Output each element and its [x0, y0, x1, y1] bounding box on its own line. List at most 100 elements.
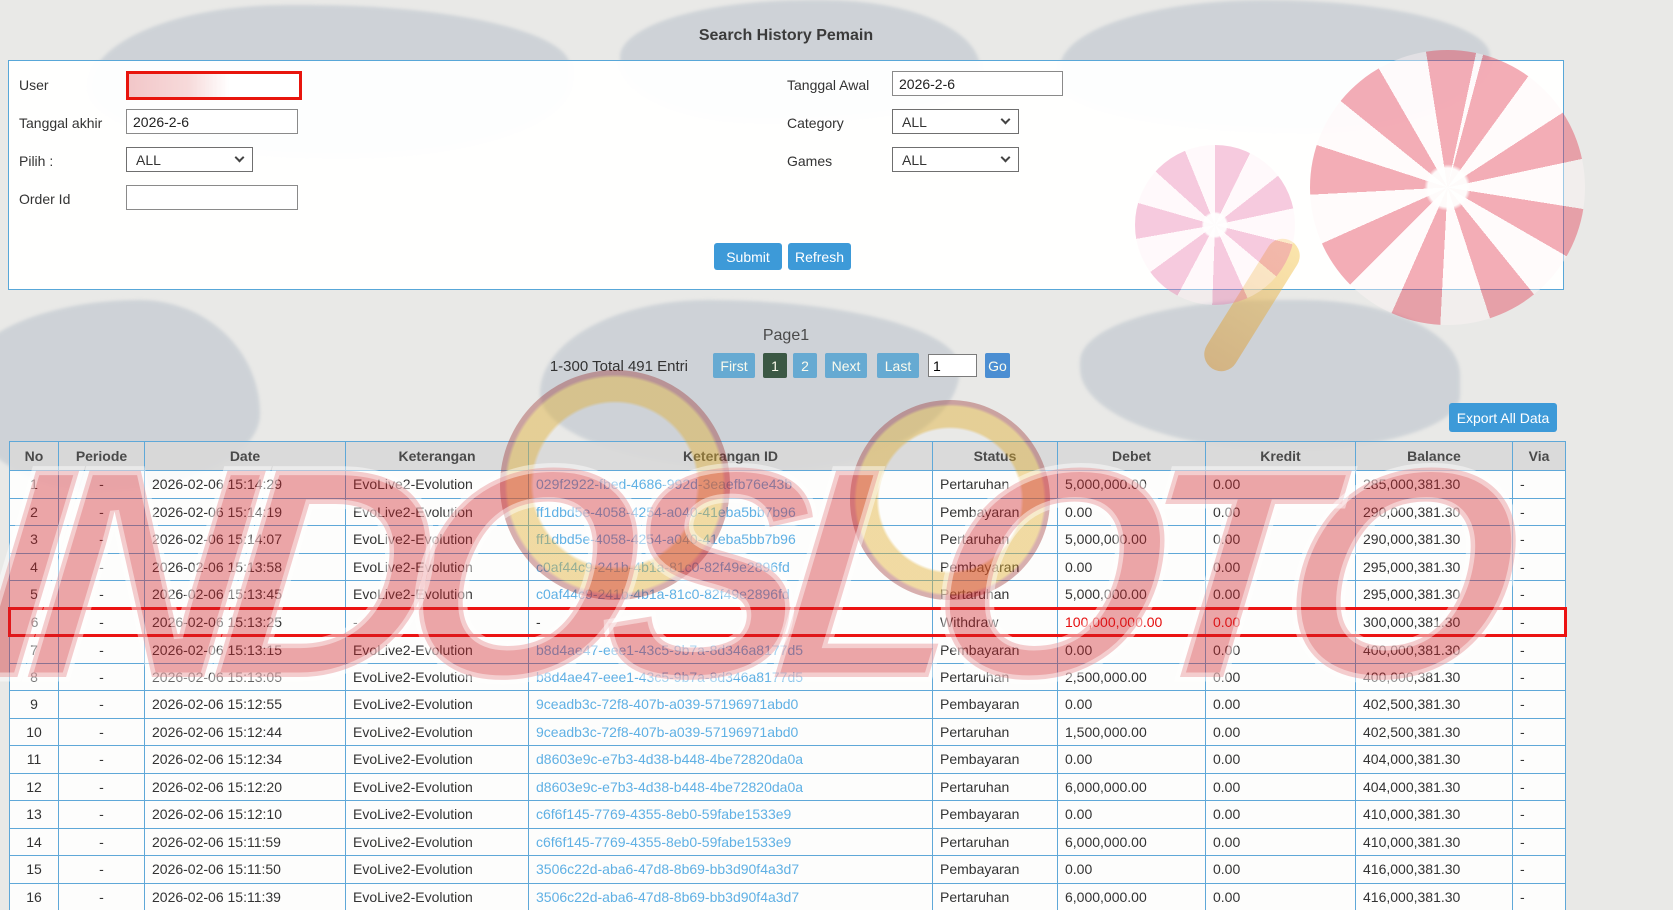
cell-debet: 100,000,000.00: [1057, 606, 1206, 637]
cell-keterangan-id[interactable]: 9ceadb3c-72f8-407b-a039-57196971abd0: [528, 717, 933, 746]
keterangan-id-link[interactable]: d8603e9c-e7b3-4d38-b448-4be72820da0a: [536, 751, 803, 767]
keterangan-id-link[interactable]: d8603e9c-e7b3-4d38-b448-4be72820da0a: [536, 779, 803, 795]
cell-keterangan-id[interactable]: d8603e9c-e7b3-4d38-b448-4be72820da0a: [528, 745, 933, 774]
cell-status: Pembayaran: [932, 745, 1058, 774]
cell-periode: -: [58, 470, 145, 499]
cell-keterangan-id[interactable]: c6f6f145-7769-4355-8eb0-59fabe1533e9: [528, 827, 933, 856]
keterangan-id-link[interactable]: ff1dbd5e-4058-4254-a040-41eba5bb7b96: [536, 531, 796, 547]
column-header-status: Status: [932, 441, 1058, 471]
category-select[interactable]: ALL: [892, 109, 1019, 134]
cell-balance: 404,000,381.30: [1355, 745, 1513, 774]
cell-keterangan-id[interactable]: c0af44c9-241b-4b1a-81c0-82f49e2896fd: [528, 552, 933, 581]
cell-kredit: 0.00: [1205, 606, 1356, 637]
cell-keterangan-id[interactable]: b8d4ae47-eee1-43c5-9b7a-8d346a8177d5: [528, 635, 933, 664]
cell-keterangan-id[interactable]: 9ceadb3c-72f8-407b-a039-57196971abd0: [528, 690, 933, 719]
cell-date: 2026-02-06 15:12:10: [144, 800, 346, 829]
keterangan-id-link[interactable]: c0af44c9-241b-4b1a-81c0-82f49e2896fd: [536, 559, 790, 575]
keterangan-id-link[interactable]: 9ceadb3c-72f8-407b-a039-57196971abd0: [536, 724, 798, 740]
cell-debet: 5,000,000.00: [1057, 525, 1206, 554]
cell-balance: 295,000,381.30: [1355, 580, 1513, 609]
cell-keterangan-id[interactable]: c6f6f145-7769-4355-8eb0-59fabe1533e9: [528, 800, 933, 829]
pilih-select[interactable]: ALL: [126, 147, 253, 172]
cell-no: 14: [9, 827, 59, 856]
cell-keterangan: EvoLive2-Evolution: [345, 525, 529, 554]
pagination-go-button[interactable]: Go: [985, 353, 1010, 378]
pagination-first-button[interactable]: First: [713, 353, 755, 378]
chevron-down-icon: [1000, 114, 1011, 125]
keterangan-id-link[interactable]: 9ceadb3c-72f8-407b-a039-57196971abd0: [536, 696, 798, 712]
cell-keterangan: EvoLive2-Evolution: [345, 497, 529, 526]
keterangan-id-link[interactable]: 029f2922-fbed-4686-992d-3eaefb76e43b: [536, 476, 792, 492]
keterangan-id-link[interactable]: b8d4ae47-eee1-43c5-9b7a-8d346a8177d5: [536, 642, 803, 658]
tanggal-awal-input[interactable]: [892, 71, 1063, 96]
games-select[interactable]: ALL: [892, 147, 1019, 172]
table-row: 1-2026-02-06 15:14:29 EvoLive2-Evolution 0…: [9, 470, 1566, 499]
pagination-goto-input[interactable]: [928, 354, 977, 377]
keterangan-id-link[interactable]: c6f6f145-7769-4355-8eb0-59fabe1533e9: [536, 834, 791, 850]
pagination-page-1-button[interactable]: 1: [763, 353, 787, 378]
cell-keterangan-id[interactable]: c0af44c9-241b-4b1a-81c0-82f49e2896fd: [528, 580, 933, 609]
cell-status: Pertaruhan: [932, 525, 1058, 554]
cell-via: -: [1512, 745, 1566, 774]
cell-status: Pertaruhan: [932, 470, 1058, 499]
cell-kredit: 0.00: [1205, 662, 1356, 691]
keterangan-id-link[interactable]: ff1dbd5e-4058-4254-a040-41eba5bb7b96: [536, 504, 796, 520]
cell-debet: 6,000,000.00: [1057, 827, 1206, 856]
cell-keterangan-id[interactable]: d8603e9c-e7b3-4d38-b448-4be72820da0a: [528, 772, 933, 801]
cell-date: 2026-02-06 15:13:45: [144, 580, 346, 609]
submit-button[interactable]: Submit: [714, 243, 782, 270]
keterangan-id-link[interactable]: b8d4ae47-eee1-43c5-9b7a-8d346a8177d5: [536, 669, 803, 685]
cell-keterangan-id[interactable]: 3506c22d-aba6-47d8-8b69-bb3d90f4a3d7: [528, 882, 933, 910]
cell-keterangan-id[interactable]: ff1dbd5e-4058-4254-a040-41eba5bb7b96: [528, 525, 933, 554]
keterangan-id-link[interactable]: c6f6f145-7769-4355-8eb0-59fabe1533e9: [536, 806, 791, 822]
table-row: 9-2026-02-06 15:12:55 EvoLive2-Evolution 9…: [9, 690, 1566, 719]
cell-keterangan-id[interactable]: 029f2922-fbed-4686-992d-3eaefb76e43b: [528, 470, 933, 499]
cell-debet: 0.00: [1057, 855, 1206, 884]
export-all-data-button[interactable]: Export All Data: [1449, 403, 1557, 432]
pagination-page-2-button[interactable]: 2: [793, 353, 817, 378]
column-header-keterangan: Keterangan: [345, 441, 529, 471]
cell-date: 2026-02-06 15:14:07: [144, 525, 346, 554]
history-table-body: 1-2026-02-06 15:14:29 EvoLive2-Evolution 0…: [8, 470, 1567, 910]
cell-debet: 2,500,000.00: [1057, 662, 1206, 691]
cell-status: Pembayaran: [932, 497, 1058, 526]
chevron-down-icon: [1000, 152, 1011, 163]
pagination-next-button[interactable]: Next: [825, 353, 867, 378]
pagination-last-button[interactable]: Last: [877, 353, 919, 378]
keterangan-id-link[interactable]: c0af44c9-241b-4b1a-81c0-82f49e2896fd: [536, 586, 790, 602]
cell-no: 8: [9, 662, 59, 691]
cell-keterangan-id[interactable]: 3506c22d-aba6-47d8-8b69-bb3d90f4a3d7: [528, 855, 933, 884]
keterangan-id-link[interactable]: 3506c22d-aba6-47d8-8b69-bb3d90f4a3d7: [536, 861, 799, 877]
cell-no: 16: [9, 882, 59, 910]
cell-balance: 410,000,381.30: [1355, 800, 1513, 829]
user-redaction: [129, 74, 229, 97]
cell-balance: 285,000,381.30: [1355, 470, 1513, 499]
cell-debet: 0.00: [1057, 497, 1206, 526]
cell-kredit: 0.00: [1205, 497, 1356, 526]
cell-periode: -: [58, 827, 145, 856]
cell-via: -: [1512, 497, 1566, 526]
cell-via: -: [1512, 800, 1566, 829]
cell-via: -: [1512, 525, 1566, 554]
cell-keterangan-id[interactable]: ff1dbd5e-4058-4254-a040-41eba5bb7b96: [528, 497, 933, 526]
keterangan-id-link[interactable]: 3506c22d-aba6-47d8-8b69-bb3d90f4a3d7: [536, 889, 799, 905]
cell-periode: -: [58, 552, 145, 581]
cell-debet: 0.00: [1057, 745, 1206, 774]
order-id-label: Order Id: [19, 191, 71, 207]
pilih-select-value: ALL: [136, 151, 161, 168]
tanggal-akhir-input[interactable]: [126, 109, 298, 134]
cell-via: -: [1512, 882, 1566, 910]
cell-keterangan: EvoLive2-Evolution: [345, 800, 529, 829]
cell-keterangan-id[interactable]: b8d4ae47-eee1-43c5-9b7a-8d346a8177d5: [528, 662, 933, 691]
order-id-input[interactable]: [126, 185, 298, 210]
cell-date: 2026-02-06 15:11:39: [144, 882, 346, 910]
cell-date: 2026-02-06 15:12:44: [144, 717, 346, 746]
cell-via: -: [1512, 580, 1566, 609]
cell-balance: 400,000,381.30: [1355, 662, 1513, 691]
cell-kredit: 0.00: [1205, 800, 1356, 829]
cell-via: -: [1512, 772, 1566, 801]
refresh-button[interactable]: Refresh: [788, 243, 851, 270]
table-row: 13-2026-02-06 15:12:10 EvoLive2-Evolution…: [9, 800, 1566, 829]
user-input[interactable]: [126, 71, 302, 100]
column-header-kredit: Kredit: [1205, 441, 1356, 471]
